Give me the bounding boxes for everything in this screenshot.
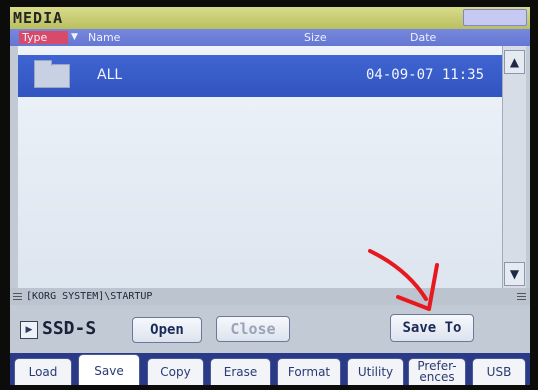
scrollbar[interactable]: ▲ ▼ <box>502 46 526 288</box>
menu-lines-icon <box>517 293 526 300</box>
tab-format[interactable]: Format <box>277 358 341 385</box>
tab-load[interactable]: Load <box>14 358 72 385</box>
scroll-up-button[interactable]: ▲ <box>504 50 525 74</box>
column-header-size[interactable]: Size <box>304 31 327 44</box>
tab-erase[interactable]: Erase <box>210 358 271 385</box>
scroll-down-button[interactable]: ▼ <box>504 262 525 286</box>
tab-load-label: Load <box>28 365 58 379</box>
arrow-up-icon: ▲ <box>509 55 520 69</box>
column-header-type-label: Type <box>22 31 48 44</box>
folder-icon <box>34 60 70 88</box>
tab-save-label: Save <box>94 364 124 378</box>
tab-copy[interactable]: Copy <box>147 358 204 385</box>
tab-preferences[interactable]: Prefer-ences <box>408 358 466 385</box>
tab-usb[interactable]: USB <box>472 358 526 385</box>
sort-arrow-icon: ▼ <box>71 32 78 42</box>
save-to-button[interactable]: Save To <box>390 314 474 342</box>
column-header-date[interactable]: Date <box>410 31 436 44</box>
open-button-label: Open <box>150 322 184 338</box>
column-header: Type ▼ Name Size Date <box>10 29 530 46</box>
arrow-down-icon: ▼ <box>509 267 520 281</box>
tab-utility[interactable]: Utility <box>347 358 404 385</box>
drive-select-button[interactable]: ▶ <box>20 321 38 339</box>
tab-bar: Load Save Copy Erase Format Utility Pref… <box>10 353 530 385</box>
current-path: [KORG SYSTEM]\STARTUP <box>26 291 153 302</box>
file-row[interactable]: ALL 04-09-07 11:35 <box>18 55 502 97</box>
play-arrow-icon: ▶ <box>25 325 33 335</box>
tab-utility-label: Utility <box>357 365 394 379</box>
tab-usb-label: USB <box>486 365 512 379</box>
window-title: MEDIA <box>13 9 64 27</box>
tab-save[interactable]: Save <box>78 354 140 385</box>
menu-lines-icon <box>13 293 22 300</box>
tab-format-label: Format <box>287 365 331 379</box>
file-list[interactable]: ALL 04-09-07 11:35 <box>18 46 502 288</box>
file-date: 04-09-07 11:35 <box>366 67 485 83</box>
title-bar: MEDIA <box>10 7 530 29</box>
open-button[interactable]: Open <box>132 317 202 343</box>
tab-copy-label: Copy <box>160 365 191 379</box>
media-screen: MEDIA Type ▼ Name Size Date ALL 04-09-07… <box>10 7 530 385</box>
tab-preferences-label: Prefer-ences <box>417 359 457 384</box>
close-button-label: Close <box>230 320 276 338</box>
title-bar-button[interactable] <box>463 9 527 26</box>
drive-label: SSD-S <box>42 318 97 339</box>
save-to-button-label: Save To <box>402 320 462 336</box>
close-button[interactable]: Close <box>216 316 290 342</box>
path-bar: [KORG SYSTEM]\STARTUP <box>10 288 530 305</box>
tab-erase-label: Erase <box>223 365 258 379</box>
column-header-name[interactable]: Name <box>88 31 120 44</box>
file-name: ALL <box>97 67 123 83</box>
